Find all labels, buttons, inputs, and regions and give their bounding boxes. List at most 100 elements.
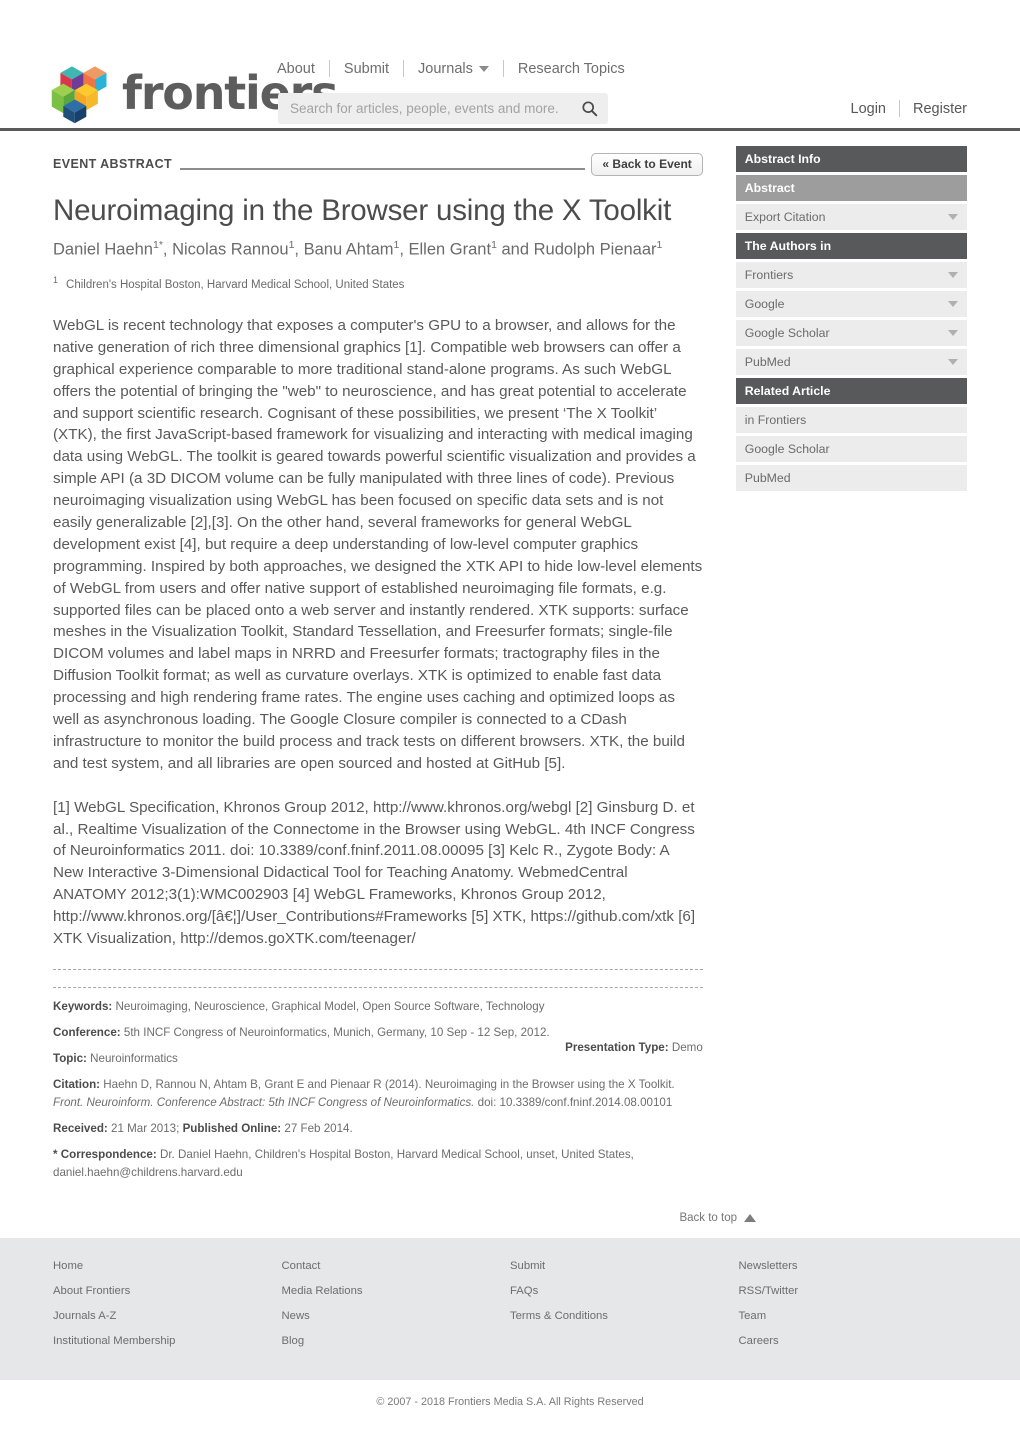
sidebar-item-label: Export Citation xyxy=(744,210,826,224)
chevron-down-icon xyxy=(948,330,958,336)
footer-column-2: Contact Media Relations News Blog xyxy=(282,1260,511,1360)
meta-correspondence: * Correspondence: Dr. Daniel Haehn, Chil… xyxy=(53,1146,703,1182)
eyebrow-label: EVENT ABSTRACT xyxy=(53,157,173,171)
sidebar-item-label: Abstract Info xyxy=(744,152,821,166)
sidebar-item-abstract: Abstract xyxy=(735,175,967,201)
search-bar[interactable] xyxy=(278,93,608,124)
footer-link-terms-conditions[interactable]: Terms & Conditions xyxy=(510,1310,739,1322)
sidebar-item-label: Related Article xyxy=(744,384,831,398)
sidebar-item-label: Frontiers xyxy=(744,268,794,282)
frontiers-cubes-icon xyxy=(51,66,107,124)
meta-label: Received: xyxy=(53,1121,108,1135)
meta-value: Haehn D, Rannou N, Ahtam B, Grant E and … xyxy=(103,1077,675,1091)
sidebar-item-label: PubMed xyxy=(744,471,791,485)
sidebar-item-abstract-info: Abstract Info xyxy=(735,146,967,172)
content-row: EVENT ABSTRACT « Back to Event Neuroimag… xyxy=(53,131,967,1190)
footer-link-media-relations[interactable]: Media Relations xyxy=(282,1285,511,1297)
site-header: frontiers About Submit Journals Research… xyxy=(0,0,1020,131)
sidebar-item-label: in Frontiers xyxy=(744,413,807,427)
sidebar-item-export-citation[interactable]: Export Citation xyxy=(735,204,967,230)
meta-value: 27 Feb 2014. xyxy=(284,1121,353,1135)
search-icon[interactable] xyxy=(581,100,598,117)
footer-link-faqs[interactable]: FAQs xyxy=(510,1285,739,1297)
footer-column-4: Newsletters RSS/Twitter Team Careers xyxy=(739,1260,968,1360)
meta-value: Neuroinformatics xyxy=(90,1051,178,1065)
footer-link-careers[interactable]: Careers xyxy=(739,1335,968,1347)
footer-link-blog[interactable]: Blog xyxy=(282,1335,511,1347)
footer-link-newsletters[interactable]: Newsletters xyxy=(739,1260,968,1272)
sidebar-item-label: PubMed xyxy=(744,355,791,369)
meta-citation: Citation: Haehn D, Rannou N, Ahtam B, Gr… xyxy=(53,1076,703,1112)
sidebar-item-google[interactable]: Google xyxy=(735,291,967,317)
nav-label: About xyxy=(277,60,315,77)
footer-link-submit[interactable]: Submit xyxy=(510,1260,739,1272)
back-to-top-label: Back to top xyxy=(679,1211,737,1224)
meta-label: Published Online: xyxy=(182,1121,282,1135)
affiliation-marker: 1 xyxy=(53,275,59,286)
sidebar-item-label: The Authors in xyxy=(744,239,832,253)
nav-item-research-topics[interactable]: Research Topics xyxy=(504,61,639,77)
account-links: Login Register xyxy=(838,100,967,117)
affiliation: 1 Children's Hospital Boston, Harvard Med… xyxy=(53,275,703,291)
sidebar-item-pubmed[interactable]: PubMed xyxy=(735,465,967,491)
nav-item-journals[interactable]: Journals xyxy=(404,61,503,77)
triangle-up-icon xyxy=(744,1213,756,1222)
footer-column-1: Home About Frontiers Journals A-Z Instituti… xyxy=(53,1260,282,1360)
meta-topic: Topic: Neuroinformatics xyxy=(53,1050,703,1068)
sidebar-list: Abstract Info Abstract Export Citation The … xyxy=(735,146,967,491)
chevron-down-icon xyxy=(948,301,958,307)
footer-link-news[interactable]: News xyxy=(282,1310,511,1322)
chevron-down-icon xyxy=(948,359,958,365)
nav-item-about[interactable]: About xyxy=(277,61,329,77)
chevron-down-icon xyxy=(478,65,489,72)
meta-conference: Conference: 5th INCF Congress of Neuroin… xyxy=(53,1024,703,1054)
nav-label: Research Topics xyxy=(517,60,625,77)
meta-value: 21 Mar 2013; xyxy=(111,1121,180,1135)
page-body: EVENT ABSTRACT « Back to Event Neuroimag… xyxy=(0,131,1020,1190)
footer-link-institutional-membership[interactable]: Institutional Membership xyxy=(53,1335,282,1347)
article-column: EVENT ABSTRACT « Back to Event Neuroimag… xyxy=(53,131,703,1190)
footer-link-team[interactable]: Team xyxy=(739,1310,968,1322)
back-to-top[interactable]: Back to top xyxy=(0,1190,1020,1238)
dashed-divider-bottom xyxy=(53,986,703,988)
meta-value-italic: Front. Neuroinform. Conference Abstract:… xyxy=(53,1095,475,1109)
meta-doi: doi: 10.3389/conf.fninf.2014.08.00101 xyxy=(477,1095,673,1109)
meta-label: Keywords: xyxy=(53,999,113,1013)
footer-link-about-frontiers[interactable]: About Frontiers xyxy=(53,1285,282,1297)
sidebar-item-frontiers[interactable]: Frontiers xyxy=(735,262,967,288)
affiliation-text: Children's Hospital Boston, Harvard Medi… xyxy=(66,278,405,291)
article-metadata: Keywords: Neuroimaging, Neuroscience, Gr… xyxy=(53,998,703,1182)
sidebar-item-google-scholar[interactable]: Google Scholar xyxy=(735,320,967,346)
search-input[interactable] xyxy=(288,100,581,117)
sidebar-item-label: Google Scholar xyxy=(744,326,830,340)
sidebar-item-label: Abstract xyxy=(744,181,795,195)
copyright: © 2007 - 2018 Frontiers Media S.A. All R… xyxy=(376,1395,644,1408)
sidebar-item-label: Google xyxy=(744,297,785,311)
nav-label: Journals xyxy=(418,60,473,77)
meta-label: * Correspondence: xyxy=(53,1147,157,1161)
nav-item-submit[interactable]: Submit xyxy=(330,61,403,77)
footer-link-rss-twitter[interactable]: RSS/Twitter xyxy=(739,1285,968,1297)
login-link[interactable]: Login xyxy=(838,101,899,117)
chevron-down-icon xyxy=(948,272,958,278)
meta-label: Topic: xyxy=(53,1051,87,1065)
sidebar-item-google-scholar[interactable]: Google Scholar xyxy=(735,436,967,462)
footer-column-3: Submit FAQs Terms & Conditions xyxy=(510,1260,739,1360)
meta-value: 5th INCF Congress of Neuroinformatics, M… xyxy=(123,1025,550,1039)
page-title: Neuroimaging in the Browser using the X … xyxy=(53,194,672,227)
back-to-top-control[interactable]: Back to top xyxy=(679,1212,756,1224)
author-list: Daniel Haehn1*, Nicolas Rannou1, Banu Ah… xyxy=(53,239,663,259)
register-link[interactable]: Register xyxy=(900,101,967,117)
nav-label: Submit xyxy=(343,60,390,77)
footer-link-journals-a-z[interactable]: Journals A-Z xyxy=(53,1310,282,1322)
footer-link-home[interactable]: Home xyxy=(53,1260,282,1272)
eyebrow-row: EVENT ABSTRACT « Back to Event xyxy=(53,151,703,177)
sidebar-item-pubmed[interactable]: PubMed xyxy=(735,349,967,375)
sidebar-item-in-frontiers[interactable]: in Frontiers xyxy=(735,407,967,433)
primary-nav: About Submit Journals Research Topics xyxy=(277,60,639,77)
back-to-event-button[interactable]: « Back to Event xyxy=(591,152,703,176)
footer-link-contact[interactable]: Contact xyxy=(282,1260,511,1272)
meta-keywords: Keywords: Neuroimaging, Neuroscience, Gr… xyxy=(53,998,703,1016)
